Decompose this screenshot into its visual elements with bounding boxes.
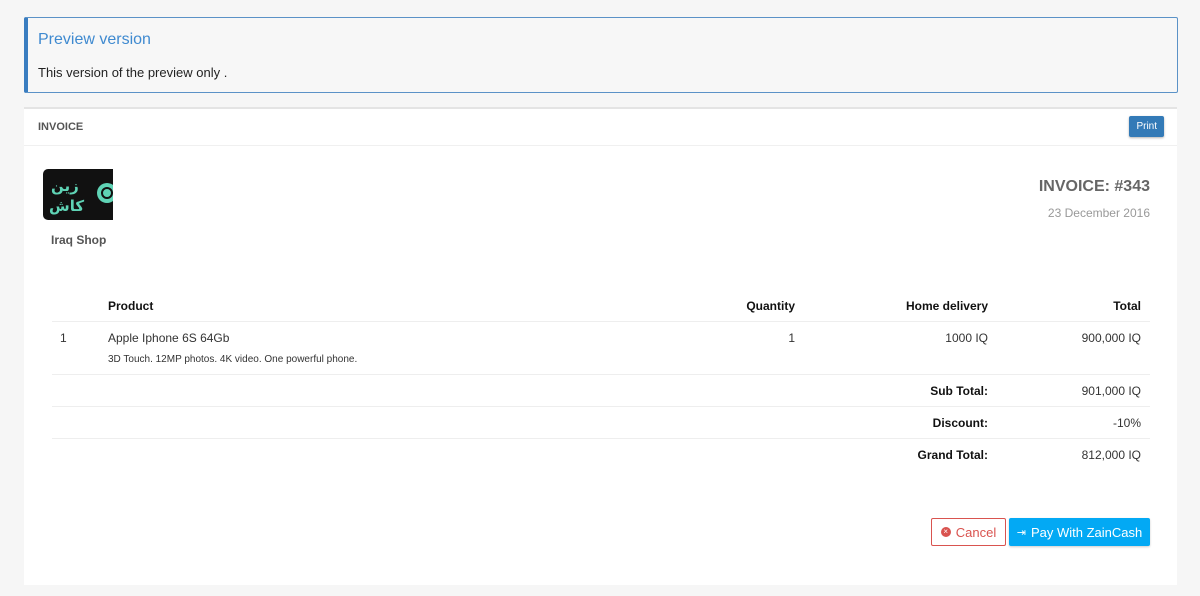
item-description: 3D Touch. 12MP photos. 4K video. One pow…	[108, 354, 358, 365]
discount-label: Discount:	[932, 416, 988, 430]
grand-total-value: 812,000 IQ	[1081, 448, 1141, 462]
alert-title: Preview version	[38, 31, 151, 48]
invoice-date: 23 December 2016	[1047, 206, 1150, 220]
subtotal-label: Sub Total:	[930, 384, 988, 398]
table-row: 1 Apple Iphone 6S 64Gb 3D Touch. 12MP ph…	[52, 322, 1150, 375]
cancel-button[interactable]: × Cancel	[931, 518, 1006, 546]
sign-in-icon: ⇥	[1016, 526, 1026, 539]
header-delivery: Home delivery	[905, 299, 988, 313]
item-quantity: 1	[788, 331, 795, 345]
item-delivery: 1000 IQ	[945, 331, 988, 345]
svg-text:زين: زين	[51, 177, 79, 195]
discount-row: Discount: -10%	[52, 407, 1150, 439]
pay-label: Pay With ZainCash	[1030, 524, 1143, 540]
invoice-number: INVOICE: #343	[1038, 178, 1150, 195]
alert-message: This version of the preview only .	[38, 65, 228, 80]
cancel-label: Cancel	[955, 524, 997, 540]
table-header: Product Quantity Home delivery Total	[52, 289, 1150, 322]
cancel-circle-icon: ×	[940, 527, 951, 537]
preview-alert: Preview version This version of the prev…	[24, 17, 1178, 93]
merchant-logo: زين كاش	[43, 169, 113, 220]
grand-total-row: Grand Total: 812,000 IQ	[52, 439, 1150, 471]
header-product: Product	[108, 299, 154, 313]
pay-with-zaincash-button[interactable]: ⇥ Pay With ZainCash	[1009, 518, 1150, 546]
discount-value: -10%	[1112, 416, 1141, 430]
card-title: INVOICE	[38, 121, 84, 133]
grand-total-label: Grand Total:	[917, 448, 988, 462]
item-index: 1	[60, 331, 67, 345]
header-quantity: Quantity	[746, 299, 795, 313]
svg-text:كاش: كاش	[49, 197, 84, 215]
subtotal-value: 901,000 IQ	[1081, 384, 1141, 398]
item-total: 900,000 IQ	[1081, 331, 1141, 345]
print-button[interactable]: Print	[1129, 116, 1164, 137]
subtotal-row: Sub Total: 901,000 IQ	[52, 375, 1150, 407]
item-product: Apple Iphone 6S 64Gb	[108, 331, 230, 345]
invoice-card: INVOICE Print زين كاش Iraq Shop INVOICE:…	[24, 107, 1177, 585]
merchant-name: Iraq Shop	[51, 233, 107, 247]
card-header: INVOICE Print	[24, 109, 1177, 146]
invoice-table: Product Quantity Home delivery Total 1 A…	[52, 289, 1150, 471]
header-total: Total	[1113, 299, 1141, 313]
